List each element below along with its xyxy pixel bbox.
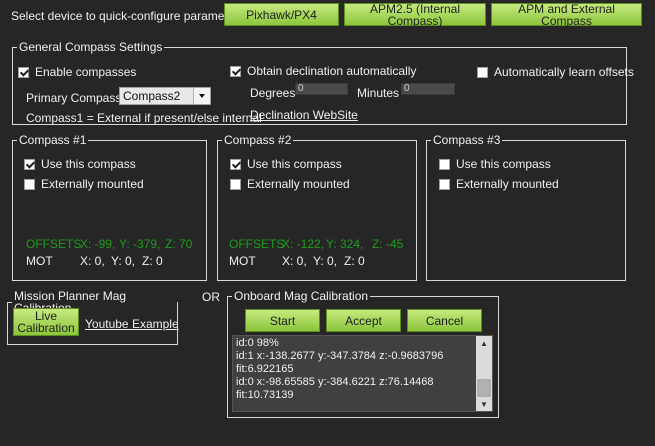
scroll-thumb[interactable]: [477, 379, 491, 397]
compass-2-offsets-label: OFFSETS: [229, 237, 285, 251]
declination-check-icon[interactable]: [230, 65, 241, 77]
compass-3-external-label: Externally mounted: [456, 177, 559, 191]
live-calibration-button[interactable]: Live Calibration: [13, 308, 79, 336]
log-line: fit:6.922165: [236, 363, 294, 375]
primary-compass-label: Primary Compass:: [26, 91, 125, 105]
compass-2-mot-label: MOT: [229, 254, 256, 268]
compass-2-offset-x: X: -122,: [282, 237, 325, 251]
declination-auto-label: Obtain declination automatically: [247, 64, 417, 78]
log-scrollbar[interactable]: ▲ ▼: [476, 336, 492, 411]
log-line: id:0 x:-98.65585 y:-384.6221 z:76.14468: [236, 376, 434, 388]
compass-1-mot-z: Z: 0: [142, 254, 163, 268]
apm-external-button[interactable]: APM and External Compass: [491, 3, 642, 27]
compass-1-external-checkbox[interactable]: Externally mounted: [24, 177, 144, 191]
compass-1-mot-y: Y: 0,: [111, 254, 136, 268]
pixhawk-button[interactable]: Pixhawk/PX4: [224, 3, 339, 26]
log-line: fit:10.73139: [236, 389, 294, 401]
primary-compass-select[interactable]: Compass2: [119, 87, 211, 105]
compass-1-mot-label: MOT: [26, 254, 53, 268]
compass-2-use-check-icon[interactable]: [230, 158, 241, 170]
compass-2-mot-x: X: 0,: [282, 254, 307, 268]
degrees-label: Degrees: [250, 86, 296, 100]
compass-1-use-checkbox[interactable]: Use this compass: [24, 157, 136, 171]
compass-2-mot-z: Z: 0: [344, 254, 365, 268]
compass-2-offset-y: Y: 324,: [326, 237, 364, 251]
declination-website-link[interactable]: Declination WebSite: [250, 108, 358, 122]
compass-2-external-checkbox[interactable]: Externally mounted: [230, 177, 350, 191]
accept-button[interactable]: Accept: [326, 309, 401, 332]
compass-1-offset-y: Y: -379,: [119, 237, 161, 251]
quick-config-label: Select device to quick-configure paramet…: [11, 9, 248, 23]
compass-2-legend: Compass #2: [224, 133, 292, 147]
compass-3-use-check-icon[interactable]: [439, 158, 450, 170]
onboard-mag-calibration-legend: Onboard Mag Calibration: [234, 289, 369, 303]
or-label: OR: [202, 290, 220, 304]
log-line: id:0 98%: [236, 337, 279, 349]
general-legend: General Compass Settings: [19, 40, 163, 54]
compass-2-offset-z: Z: -45: [372, 237, 404, 251]
compass-1-external-check-icon[interactable]: [24, 178, 35, 190]
degrees-input[interactable]: 0: [295, 83, 348, 95]
scroll-up-icon[interactable]: ▲: [476, 336, 492, 350]
compass-3-use-label: Use this compass: [456, 157, 551, 171]
declination-auto-checkbox[interactable]: Obtain declination automatically: [230, 64, 416, 78]
chevron-down-icon[interactable]: [193, 88, 210, 104]
scroll-down-icon[interactable]: ▼: [476, 397, 492, 411]
youtube-example-link[interactable]: Youtube Example: [85, 317, 179, 331]
compass-3-external-check-icon[interactable]: [439, 178, 450, 190]
compass-1-legend: Compass #1: [19, 133, 87, 147]
start-button[interactable]: Start: [245, 309, 320, 332]
compass-note: Compass1 = External if present/else inte…: [26, 111, 262, 125]
compass-1-offset-z: Z: 70: [165, 237, 193, 251]
apm25-internal-button[interactable]: APM2.5 (Internal Compass): [344, 3, 486, 27]
enable-compasses-label: Enable compasses: [35, 65, 137, 79]
log-lines: id:0 98% id:1 x:-138.2677 y:-347.3784 z:…: [236, 337, 443, 402]
learn-offsets-checkbox[interactable]: Automatically learn offsets: [477, 65, 634, 79]
compass-1-offsets-label: OFFSETS: [26, 237, 82, 251]
compass-3-external-checkbox[interactable]: Externally mounted: [439, 177, 559, 191]
compass-2-use-label: Use this compass: [247, 157, 342, 171]
minutes-input[interactable]: 0: [401, 83, 455, 95]
compass-1-use-check-icon[interactable]: [24, 158, 35, 170]
compass-3-use-checkbox[interactable]: Use this compass: [439, 157, 551, 171]
compass-1-offset-x: X: -99,: [80, 237, 116, 251]
enable-compasses-checkbox[interactable]: Enable compasses: [18, 65, 136, 79]
compass-2-external-label: Externally mounted: [247, 177, 350, 191]
learn-offsets-check-icon[interactable]: [477, 66, 488, 78]
primary-compass-value: Compass2: [123, 89, 181, 103]
learn-offsets-label: Automatically learn offsets: [494, 65, 634, 79]
compass-1-mot-x: X: 0,: [80, 254, 105, 268]
compass-2-external-check-icon[interactable]: [230, 178, 241, 190]
compass-1-use-label: Use this compass: [41, 157, 136, 171]
enable-compasses-check-icon[interactable]: [18, 66, 29, 78]
minutes-label: Minutes: [357, 86, 400, 100]
compass-1-external-label: Externally mounted: [41, 177, 144, 191]
compass-3-legend: Compass #3: [433, 133, 501, 147]
compass-2-mot-y: Y: 0,: [313, 254, 338, 268]
cancel-button[interactable]: Cancel: [407, 309, 482, 332]
log-line: id:1 x:-138.2677 y:-347.3784 z:-0.968379…: [236, 350, 444, 362]
compass-2-use-checkbox[interactable]: Use this compass: [230, 157, 342, 171]
calibration-log[interactable]: id:0 98% id:1 x:-138.2677 y:-347.3784 z:…: [232, 335, 493, 412]
